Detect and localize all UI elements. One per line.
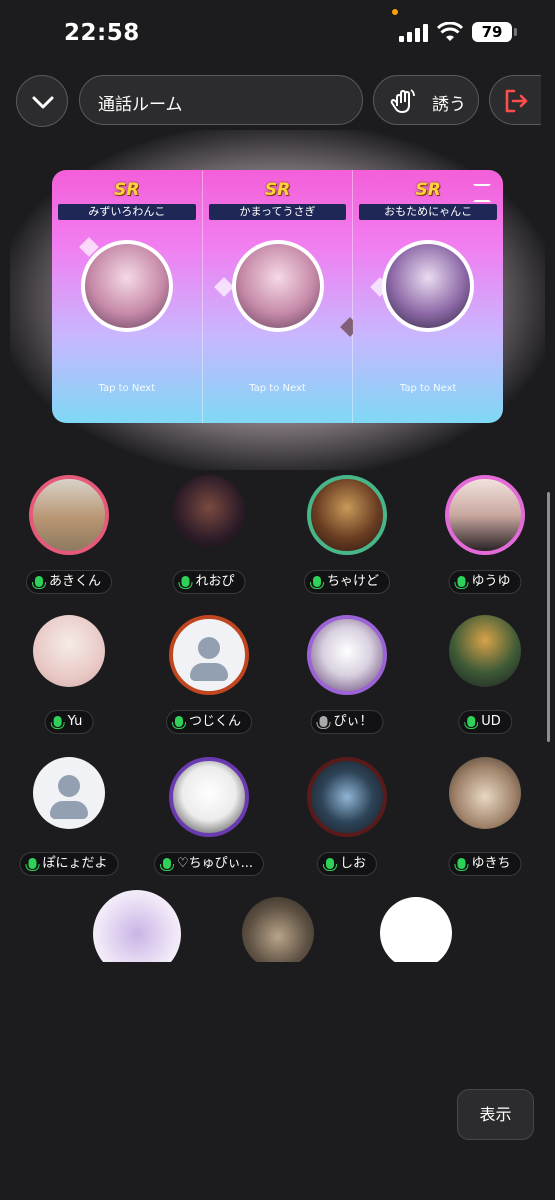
member-name-badge: ゆうゆ — [448, 570, 522, 594]
avatar — [307, 757, 387, 837]
mic-icon — [309, 576, 324, 589]
member-name-badge: あきくん — [25, 570, 113, 594]
wifi-icon — [437, 22, 463, 41]
character-portrait — [80, 240, 173, 332]
avatar — [29, 475, 109, 555]
character-portrait — [231, 240, 324, 332]
default-avatar — [169, 615, 249, 695]
chevron-down-icon — [32, 96, 54, 109]
member-tile[interactable]: あきくん — [9, 475, 129, 605]
mic-icon — [171, 716, 186, 729]
rarity-badge: SR — [264, 180, 291, 200]
mic-icon — [25, 858, 40, 871]
mic-icon — [31, 576, 46, 589]
avatar — [33, 615, 105, 687]
member-tile[interactable] — [218, 897, 338, 962]
member-tile[interactable]: ゆうゆ — [425, 475, 545, 605]
member-tile[interactable] — [356, 897, 476, 962]
invite-label: 誘う — [432, 95, 466, 115]
member-tile[interactable]: しお — [287, 757, 407, 887]
card-name: かまってうさぎ — [208, 204, 347, 220]
rarity-badge: SR — [415, 180, 441, 200]
mic-icon — [178, 576, 193, 589]
member-tile[interactable]: Yu — [9, 615, 129, 745]
member-tile[interactable] — [77, 890, 197, 962]
avatar — [449, 757, 521, 829]
mic-icon — [454, 858, 469, 871]
collapse-button[interactable] — [16, 75, 68, 127]
member-tile[interactable]: ♡ちゅぴぃ... — [149, 757, 269, 887]
avatar — [307, 475, 387, 555]
member-name-badge: ♡ちゅぴぃ... — [153, 852, 265, 876]
wave-hand-icon — [390, 89, 415, 113]
default-avatar — [33, 757, 105, 829]
exit-icon — [505, 89, 528, 113]
member-name-badge: ぽにょだよ — [19, 852, 119, 876]
member-tile[interactable]: ぴぃ！ — [287, 615, 407, 745]
mic-icon — [454, 576, 469, 589]
cellular-signal-icon — [399, 24, 429, 42]
avatar — [449, 615, 521, 687]
card-name: おもためにゃんこ — [359, 204, 498, 220]
member-name-badge: ちゃけど — [303, 570, 391, 594]
invite-button[interactable]: 誘う — [373, 75, 479, 125]
avatar — [380, 897, 452, 962]
tap-to-next-label: Tap to Next — [249, 383, 306, 394]
gacha-card[interactable]: SR おもためにゃんこ Tap to Next — [353, 170, 503, 423]
member-tile[interactable]: ゆきち — [425, 757, 545, 887]
member-name-badge: Yu — [44, 710, 94, 734]
status-bar: 22:58 79 — [0, 0, 555, 64]
member-tile[interactable]: れおぴ — [149, 475, 269, 605]
tap-to-next-label: Tap to Next — [98, 383, 156, 394]
tap-to-next-label: Tap to Next — [399, 383, 457, 394]
avatar — [173, 475, 245, 547]
mic-icon — [159, 858, 174, 871]
mic-icon — [50, 716, 65, 729]
gacha-card[interactable]: SR みずいろわんこ Tap to Next — [52, 170, 203, 423]
avatar — [93, 890, 181, 962]
person-icon — [198, 637, 220, 659]
crystal-decoration — [213, 277, 234, 297]
expand-icon[interactable] — [473, 184, 492, 202]
member-name-badge: つじくん — [165, 710, 253, 734]
avatar — [445, 475, 525, 555]
card-name: みずいろわんこ — [58, 204, 196, 220]
person-icon — [58, 775, 80, 797]
gacha-card[interactable]: SR かまってうさぎ Tap to Next — [202, 170, 360, 423]
member-tile[interactable]: ぽにょだよ — [9, 757, 129, 887]
avatar — [307, 615, 387, 695]
member-tile[interactable]: ちゃけど — [287, 475, 407, 605]
character-portrait — [382, 240, 475, 332]
mic-icon — [322, 858, 337, 871]
room-title: 通話ルーム — [98, 95, 183, 115]
avatar — [242, 897, 314, 962]
battery-tip — [514, 28, 517, 36]
leave-room-button[interactable] — [489, 75, 541, 125]
avatar — [169, 757, 249, 837]
scrollbar[interactable] — [547, 492, 550, 742]
room-title-field[interactable]: 通話ルーム — [79, 75, 363, 125]
member-name-badge: ぴぃ！ — [310, 710, 384, 734]
clock: 22:58 — [64, 20, 140, 46]
mic-muted-icon — [316, 716, 331, 729]
member-name-badge: ゆきち — [448, 852, 522, 876]
mic-icon — [464, 716, 479, 729]
member-tile[interactable]: つじくん — [149, 615, 269, 745]
member-tile[interactable]: UD — [425, 615, 545, 745]
member-name-badge: しお — [316, 852, 378, 876]
battery-indicator: 79 — [472, 22, 512, 42]
gacha-result-panel[interactable]: SR みずいろわんこ Tap to Next SR かまってうさぎ Tap to… — [52, 170, 503, 423]
show-button[interactable]: 表示 — [457, 1089, 534, 1140]
member-name-badge: UD — [458, 710, 512, 734]
rarity-badge: SR — [114, 180, 140, 200]
privacy-indicator — [392, 9, 398, 15]
member-name-badge: れおぴ — [172, 570, 246, 594]
